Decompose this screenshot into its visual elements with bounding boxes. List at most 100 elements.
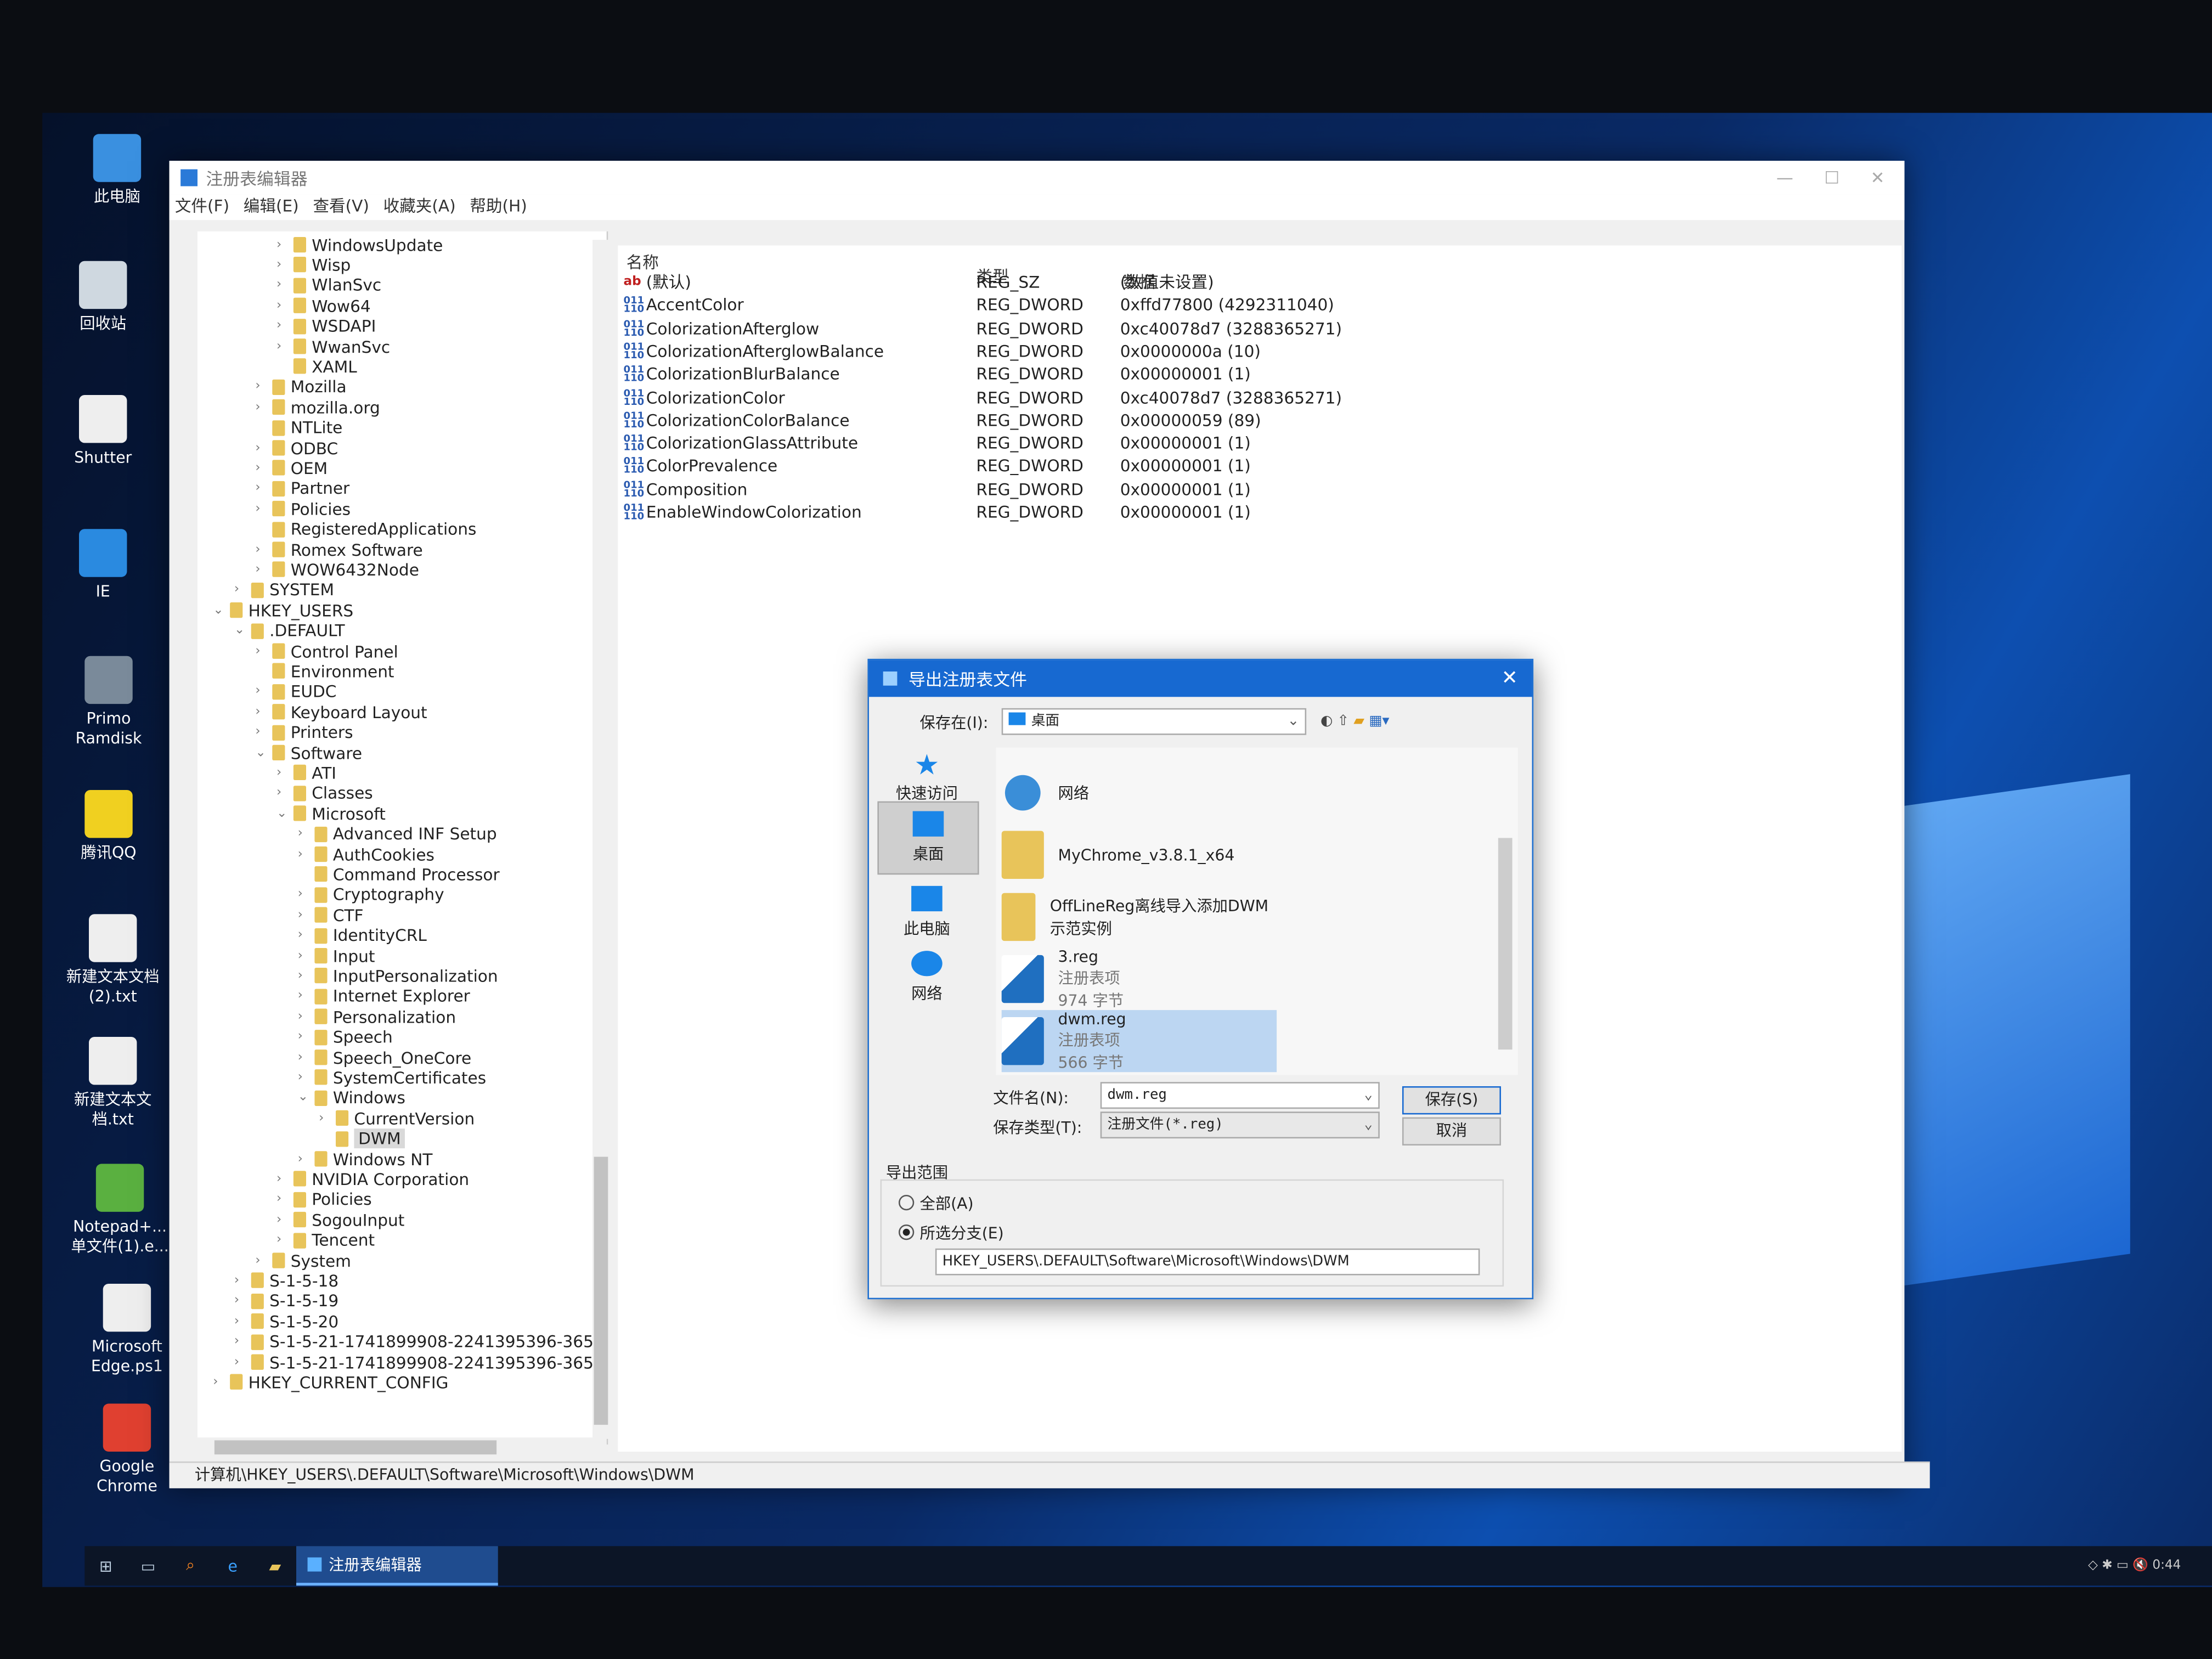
desktop-icon-item[interactable]: 新建文本文档 (2).txt — [64, 914, 162, 1007]
tree-item[interactable]: › EUDC — [255, 681, 336, 702]
file-list-scrollbar[interactable] — [1498, 753, 1513, 1064]
tree-item[interactable]: › System — [255, 1250, 351, 1271]
chevron-down-icon[interactable]: ⌄ — [276, 806, 288, 821]
tree-item[interactable]: Command Processor — [298, 864, 500, 885]
column-header-name[interactable]: 名称 — [627, 251, 659, 274]
desktop-icon-item[interactable]: IE — [54, 529, 153, 602]
tree-item[interactable]: › WOW6432Node — [255, 559, 419, 580]
tree-item[interactable]: › WindowsUpdate — [276, 234, 443, 256]
file-item[interactable]: MyChrome_v3.8.1_x64 — [1001, 824, 1277, 886]
desktop-icon-item[interactable]: 腾讯QQ — [59, 789, 158, 864]
desktop-icon-item[interactable]: Shutter — [54, 394, 153, 469]
close-button[interactable]: ✕ — [1871, 168, 1885, 188]
tree-item[interactable]: XAML — [276, 356, 357, 377]
filetype-dropdown[interactable]: 注册文件(*.reg) ⌄ — [1100, 1111, 1380, 1139]
branch-path-input[interactable]: HKEY_USERS\.DEFAULT\Software\Microsoft\W… — [935, 1248, 1480, 1276]
value-row[interactable]: ab (默认) REG_SZ (数值未设置) — [624, 271, 1498, 294]
chevron-right-icon[interactable]: › — [255, 1254, 267, 1268]
tree-item[interactable]: › IdentityCRL — [298, 925, 427, 946]
tree-item[interactable]: › Wow64 — [276, 295, 371, 317]
cancel-button[interactable]: 取消 — [1402, 1117, 1501, 1146]
tree-item[interactable]: › S-1-5-19 — [234, 1290, 338, 1312]
file-explorer-icon[interactable]: ▰ — [254, 1557, 296, 1575]
chevron-right-icon[interactable]: › — [255, 685, 267, 699]
tree-item[interactable]: › CTF — [298, 905, 364, 926]
tree-item[interactable]: › WwanSvc — [276, 336, 390, 357]
value-row[interactable]: 011 110 ColorPrevalence REG_DWORD 0x0000000… — [624, 455, 1498, 477]
chevron-right-icon[interactable]: › — [276, 786, 288, 800]
value-row[interactable]: 011 110 ColorizationGlassAttribute REG_DWO… — [624, 432, 1498, 454]
chevron-right-icon[interactable]: › — [276, 278, 288, 292]
value-row[interactable]: 011 110 ColorizationBlurBalance REG_DWORD 0… — [624, 363, 1498, 385]
file-item[interactable]: dwm.reg 注册表项 566 字节 — [1001, 1009, 1277, 1073]
chevron-right-icon[interactable]: › — [276, 1213, 288, 1227]
tray-icons[interactable]: ◇ ✱ ▭ 🔇 — [2088, 1559, 2152, 1573]
tree-item[interactable]: Environment — [255, 661, 394, 682]
chevron-right-icon[interactable]: › — [234, 1274, 246, 1288]
clock[interactable]: 0:44 — [2152, 1559, 2181, 1573]
tree-item[interactable]: NTLite — [255, 417, 342, 438]
chevron-right-icon[interactable]: › — [255, 400, 267, 414]
scrollbar-thumb[interactable] — [1498, 838, 1513, 1050]
task-view-icon[interactable]: ▭ — [127, 1557, 169, 1575]
chevron-right-icon[interactable]: › — [298, 928, 309, 943]
chevron-right-icon[interactable]: › — [255, 482, 267, 496]
scrollbar-thumb[interactable] — [214, 1440, 497, 1455]
up-folder-icon[interactable]: ⇧ — [1337, 714, 1349, 729]
tree-item[interactable]: › Windows NT — [298, 1148, 433, 1170]
value-row[interactable]: 011 110 EnableWindowColorization REG_DWORD… — [624, 501, 1498, 523]
tree-item[interactable]: RegisteredApplications — [255, 518, 476, 540]
desktop-icon-item[interactable]: 新建文本文档.txt — [64, 1036, 162, 1130]
tree-item[interactable]: › Speech — [298, 1026, 393, 1048]
tree-item[interactable]: › S-1-5-18 — [234, 1270, 338, 1291]
ie-icon[interactable]: e — [212, 1557, 254, 1575]
tree-item[interactable]: › Tencent — [276, 1229, 375, 1251]
chevron-right-icon[interactable]: › — [298, 1050, 309, 1064]
tree-item[interactable]: › Internet Explorer — [298, 986, 470, 1007]
desktop-icon-item[interactable]: Google Chrome — [77, 1403, 176, 1497]
tree-item[interactable]: › Personalization — [298, 1006, 456, 1028]
radio-all[interactable]: 全部(A) — [898, 1192, 974, 1215]
chevron-right-icon[interactable]: › — [255, 502, 267, 516]
taskbar-app-regedit[interactable]: 注册表编辑器 — [296, 1546, 498, 1586]
chevron-right-icon[interactable]: › — [298, 1070, 309, 1085]
tree-item[interactable]: › AuthCookies — [298, 844, 435, 865]
value-row[interactable]: 011 110 ColorizationAfterglowBalance REG_D… — [624, 340, 1498, 362]
minimize-button[interactable]: — — [1776, 168, 1793, 188]
chevron-right-icon[interactable]: › — [298, 949, 309, 963]
place-network[interactable]: 网络 — [877, 951, 976, 1005]
tree-item[interactable]: › S-1-5-21-1741899908-2241395396-36589 — [234, 1351, 607, 1373]
chevron-right-icon[interactable]: › — [319, 1111, 330, 1125]
tree-item[interactable]: DWM — [319, 1128, 405, 1149]
maximize-button[interactable]: ☐ — [1824, 168, 1839, 188]
tree-item[interactable]: › CurrentVersion — [319, 1108, 475, 1129]
chevron-right-icon[interactable]: › — [255, 461, 267, 476]
tree-item[interactable]: › Policies — [255, 498, 351, 520]
desktop-icon-item[interactable]: Notepad+...单文件(1).e... — [71, 1164, 170, 1257]
tree-item[interactable]: › Input — [298, 945, 375, 967]
chevron-right-icon[interactable]: › — [255, 441, 267, 455]
chevron-down-icon[interactable]: ⌄ — [255, 746, 267, 760]
chevron-right-icon[interactable]: › — [255, 725, 267, 740]
tree-item[interactable]: ⌄ Software — [255, 742, 362, 764]
chevron-right-icon[interactable]: › — [255, 543, 267, 557]
tree-item[interactable]: › S-1-5-21-1741899908-2241395396-36589 — [234, 1331, 607, 1352]
chevron-right-icon[interactable]: › — [298, 989, 309, 1003]
tree-item[interactable]: › ODBC — [255, 437, 338, 459]
tree-item[interactable]: › Partner — [255, 478, 349, 499]
tree-item[interactable]: › Advanced INF Setup — [298, 823, 497, 845]
tree-item[interactable]: › HKEY_CURRENT_CONFIG — [213, 1372, 448, 1393]
tree-item[interactable]: › SogouInput — [276, 1209, 404, 1231]
menu-file[interactable]: 文件(F) — [175, 195, 229, 220]
tree-item[interactable]: › SYSTEM — [234, 579, 334, 601]
menu-edit[interactable]: 编辑(E) — [244, 195, 299, 220]
tree-item[interactable]: › Printers — [255, 722, 353, 743]
chevron-down-icon[interactable]: ⌄ — [213, 603, 224, 618]
tree-item[interactable]: › Keyboard Layout — [255, 701, 427, 723]
chevron-right-icon[interactable]: › — [255, 644, 267, 658]
tree-item[interactable]: ⌄ HKEY_USERS — [213, 600, 353, 621]
chevron-right-icon[interactable]: › — [298, 908, 309, 922]
place-quick-access[interactable]: ★ 快速访问 — [877, 748, 976, 804]
chevron-right-icon[interactable]: › — [298, 827, 309, 841]
value-row[interactable]: 011 110 ColorizationColorBalance REG_DWORD… — [624, 409, 1498, 431]
